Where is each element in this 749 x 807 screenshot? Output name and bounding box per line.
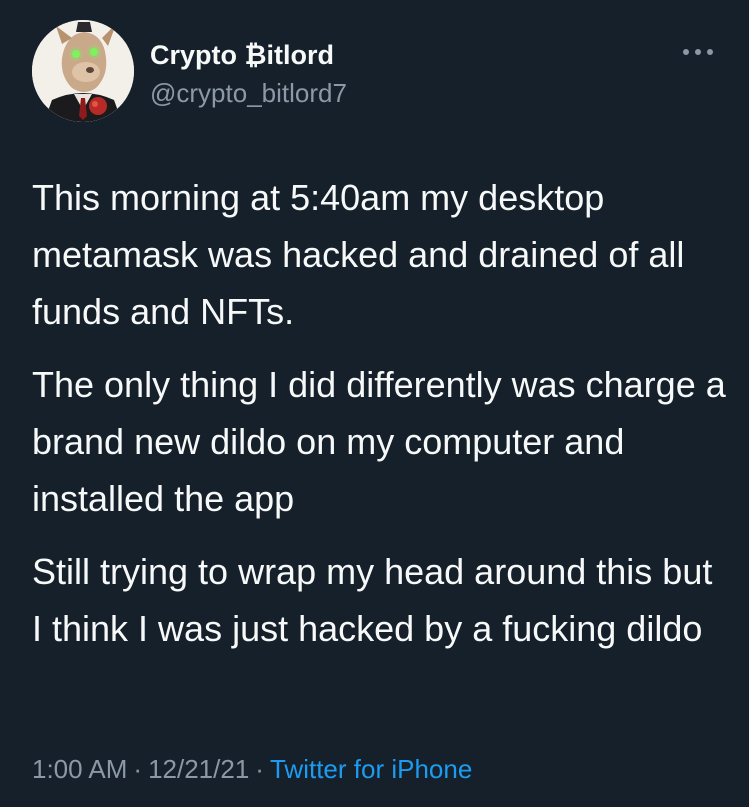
author-handle[interactable]: @crypto_bitlord7: [150, 78, 347, 108]
author-display-name[interactable]: Crypto ₿itlord: [150, 40, 334, 70]
tweet-time[interactable]: 1:00 AM: [32, 754, 127, 784]
tweet-source-link[interactable]: Twitter for iPhone: [270, 754, 472, 784]
meta-separator: ·: [255, 754, 264, 784]
tweet-date[interactable]: 12/21/21: [148, 754, 249, 784]
tweet-card: Crypto ₿itlord @crypto_bitlord7 This mor…: [0, 0, 749, 807]
profile-avatar[interactable]: [32, 20, 134, 122]
tweet-meta: 1:00 AM · 12/21/21 · Twitter for iPhone: [32, 752, 472, 786]
avatar-image: [32, 20, 134, 122]
meta-separator: ·: [133, 754, 143, 784]
tweet-paragraph: This morning at 5:40am my desktop metama…: [32, 177, 685, 332]
tweet-paragraph: The only thing I did differently was cha…: [32, 364, 726, 519]
tweet-paragraph: Still trying to wrap my head around this…: [32, 551, 713, 649]
tweet-body: This morning at 5:40am my desktop metama…: [32, 169, 732, 673]
more-horizontal-icon[interactable]: [680, 44, 716, 60]
